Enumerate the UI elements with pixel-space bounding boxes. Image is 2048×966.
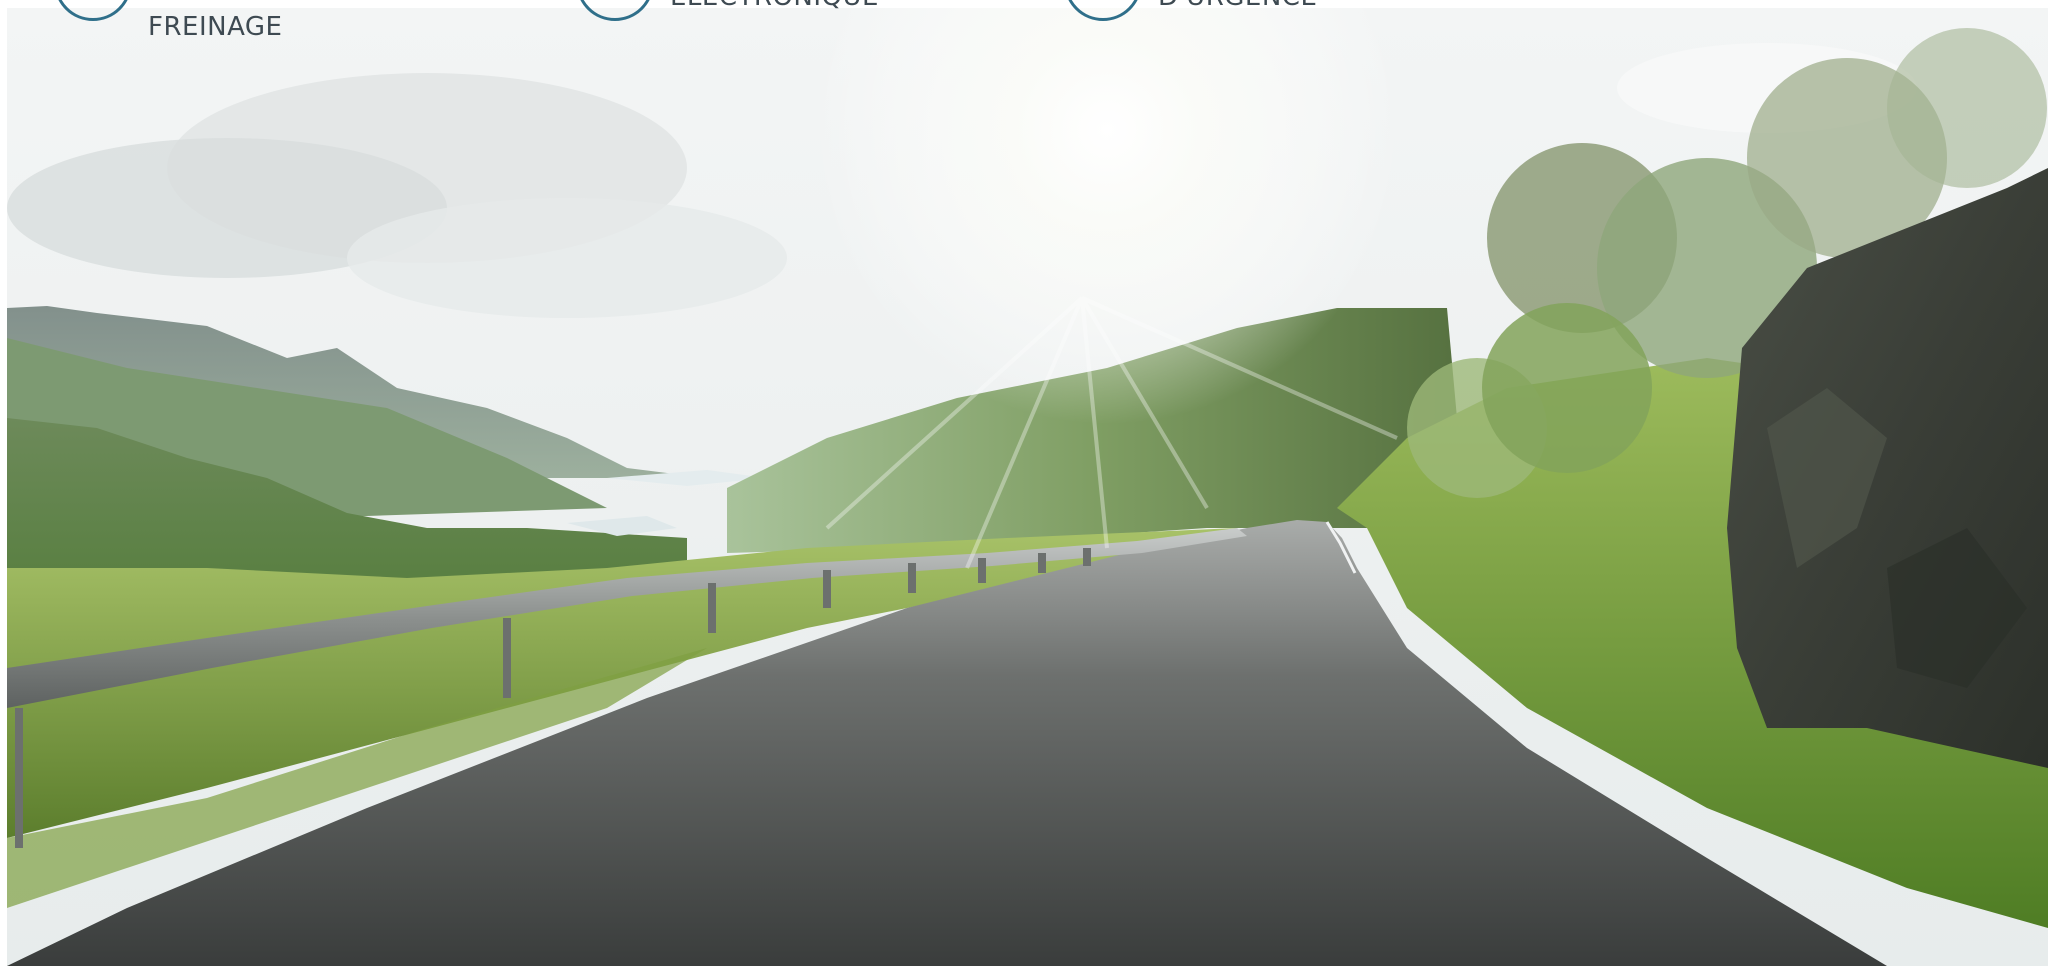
feature-electronic-label-line1: ÉLECTRONIQUE	[670, 0, 879, 12]
electronic-stability-icon	[576, 0, 654, 21]
feature-emergency[interactable]: D'URGENCE	[1064, 0, 1364, 45]
feature-braking-label-line2: FREINAGE	[148, 12, 283, 42]
feature-braking[interactable]: FREINAGE	[54, 0, 354, 45]
emergency-icon	[1064, 0, 1142, 21]
brake-icon	[54, 0, 132, 21]
feature-emergency-label-line1: D'URGENCE	[1158, 0, 1317, 12]
road-landscape-illustration	[7, 8, 2048, 966]
feature-electronic[interactable]: ÉLECTRONIQUE	[576, 0, 916, 45]
hero-road-image	[7, 8, 2048, 966]
